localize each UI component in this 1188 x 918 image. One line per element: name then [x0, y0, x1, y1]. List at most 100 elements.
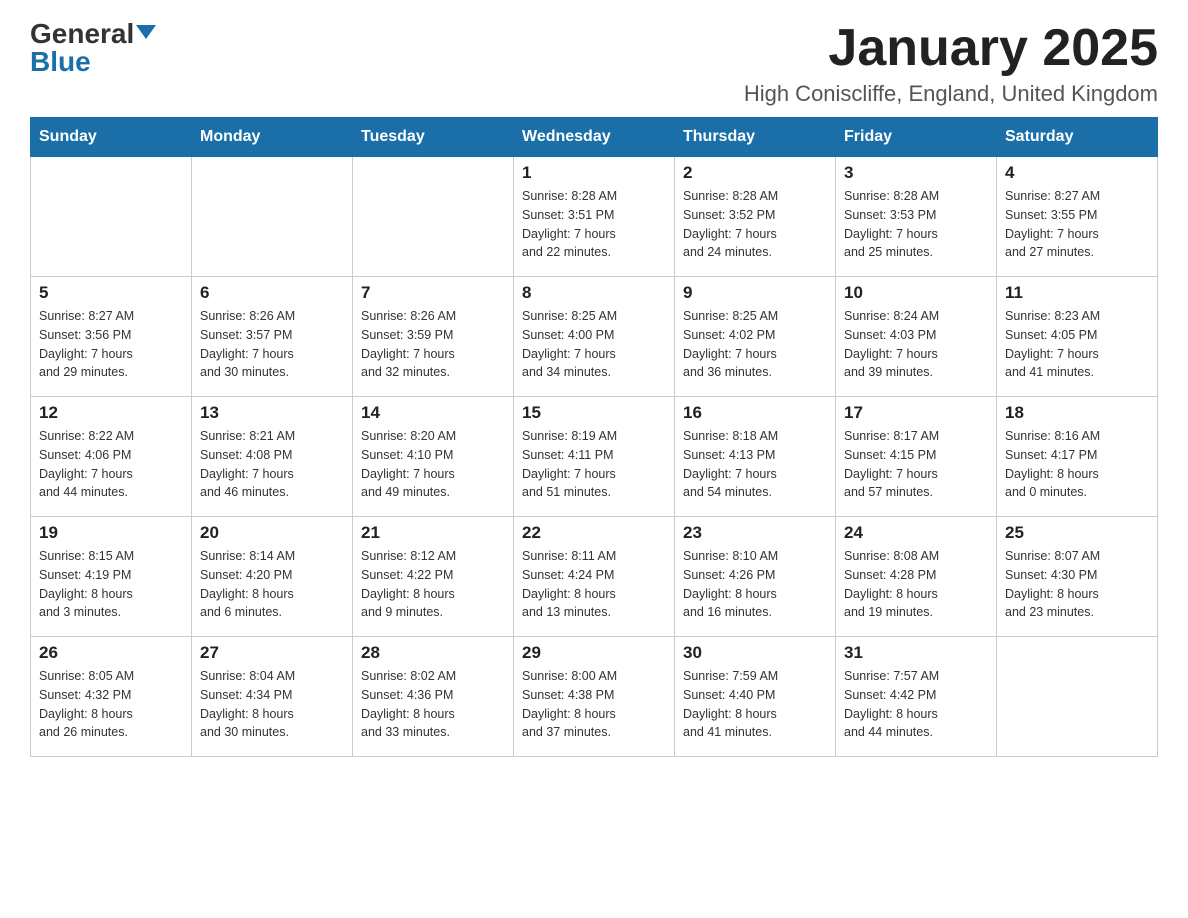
day-number: 25	[1005, 523, 1149, 543]
logo: General Blue	[30, 20, 156, 76]
day-number: 30	[683, 643, 827, 663]
day-number: 12	[39, 403, 183, 423]
day-info: Sunrise: 7:57 AM Sunset: 4:42 PM Dayligh…	[844, 667, 988, 742]
calendar-cell: 26 Sunrise: 8:05 AM Sunset: 4:32 PM Dayli…	[31, 637, 192, 757]
day-info: Sunrise: 8:10 AM Sunset: 4:26 PM Dayligh…	[683, 547, 827, 622]
day-number: 22	[522, 523, 666, 543]
day-info: Sunrise: 8:00 AM Sunset: 4:38 PM Dayligh…	[522, 667, 666, 742]
logo-triangle-icon	[136, 25, 156, 39]
calendar-cell: 18 Sunrise: 8:16 AM Sunset: 4:17 PM Dayli…	[997, 397, 1158, 517]
day-info: Sunrise: 8:25 AM Sunset: 4:02 PM Dayligh…	[683, 307, 827, 382]
calendar-cell: 15 Sunrise: 8:19 AM Sunset: 4:11 PM Dayli…	[514, 397, 675, 517]
day-info: Sunrise: 8:15 AM Sunset: 4:19 PM Dayligh…	[39, 547, 183, 622]
calendar-cell: 4 Sunrise: 8:27 AM Sunset: 3:55 PM Daylig…	[997, 157, 1158, 277]
day-info: Sunrise: 8:12 AM Sunset: 4:22 PM Dayligh…	[361, 547, 505, 622]
calendar-cell: 27 Sunrise: 8:04 AM Sunset: 4:34 PM Dayli…	[192, 637, 353, 757]
day-number: 23	[683, 523, 827, 543]
calendar-cell: 30Sunrise: 7:59 AM Sunset: 4:40 PM Dayli…	[675, 637, 836, 757]
calendar-cell: 7 Sunrise: 8:26 AM Sunset: 3:59 PM Daylig…	[353, 277, 514, 397]
weekday-header: Sunday	[31, 118, 192, 157]
day-info: Sunrise: 8:26 AM Sunset: 3:57 PM Dayligh…	[200, 307, 344, 382]
day-info: Sunrise: 8:22 AM Sunset: 4:06 PM Dayligh…	[39, 427, 183, 502]
weekday-header: Thursday	[675, 118, 836, 157]
day-number: 6	[200, 283, 344, 303]
day-number: 18	[1005, 403, 1149, 423]
calendar-cell: 28 Sunrise: 8:02 AM Sunset: 4:36 PM Dayli…	[353, 637, 514, 757]
calendar-cell: 12 Sunrise: 8:22 AM Sunset: 4:06 PM Dayli…	[31, 397, 192, 517]
day-info: Sunrise: 8:28 AM Sunset: 3:51 PM Dayligh…	[522, 187, 666, 262]
day-number: 26	[39, 643, 183, 663]
calendar-week-row: 1 Sunrise: 8:28 AM Sunset: 3:51 PM Daylig…	[31, 157, 1158, 277]
month-title: January 2025	[744, 20, 1158, 77]
day-number: 15	[522, 403, 666, 423]
calendar-week-row: 19 Sunrise: 8:15 AM Sunset: 4:19 PM Dayli…	[31, 517, 1158, 637]
day-number: 13	[200, 403, 344, 423]
day-number: 16	[683, 403, 827, 423]
day-number: 1	[522, 163, 666, 183]
day-number: 5	[39, 283, 183, 303]
day-number: 4	[1005, 163, 1149, 183]
calendar-week-row: 26 Sunrise: 8:05 AM Sunset: 4:32 PM Dayli…	[31, 637, 1158, 757]
calendar-cell: 1 Sunrise: 8:28 AM Sunset: 3:51 PM Daylig…	[514, 157, 675, 277]
day-number: 19	[39, 523, 183, 543]
page-header: General Blue January 2025 High Conisclif…	[30, 20, 1158, 107]
calendar-cell: 11Sunrise: 8:23 AM Sunset: 4:05 PM Dayli…	[997, 277, 1158, 397]
calendar-cell	[353, 157, 514, 277]
day-number: 3	[844, 163, 988, 183]
day-info: Sunrise: 8:21 AM Sunset: 4:08 PM Dayligh…	[200, 427, 344, 502]
day-number: 31	[844, 643, 988, 663]
calendar-cell: 10 Sunrise: 8:24 AM Sunset: 4:03 PM Dayli…	[836, 277, 997, 397]
calendar-cell: 6 Sunrise: 8:26 AM Sunset: 3:57 PM Daylig…	[192, 277, 353, 397]
day-info: Sunrise: 8:18 AM Sunset: 4:13 PM Dayligh…	[683, 427, 827, 502]
calendar-table: SundayMondayTuesdayWednesdayThursdayFrid…	[30, 117, 1158, 757]
day-info: Sunrise: 8:28 AM Sunset: 3:53 PM Dayligh…	[844, 187, 988, 262]
day-info: Sunrise: 8:28 AM Sunset: 3:52 PM Dayligh…	[683, 187, 827, 262]
calendar-cell: 31 Sunrise: 7:57 AM Sunset: 4:42 PM Dayli…	[836, 637, 997, 757]
day-number: 28	[361, 643, 505, 663]
day-number: 17	[844, 403, 988, 423]
calendar-cell: 24 Sunrise: 8:08 AM Sunset: 4:28 PM Dayli…	[836, 517, 997, 637]
calendar-cell: 16 Sunrise: 8:18 AM Sunset: 4:13 PM Dayli…	[675, 397, 836, 517]
day-number: 27	[200, 643, 344, 663]
calendar-cell: 19 Sunrise: 8:15 AM Sunset: 4:19 PM Dayli…	[31, 517, 192, 637]
day-info: Sunrise: 8:25 AM Sunset: 4:00 PM Dayligh…	[522, 307, 666, 382]
day-info: Sunrise: 8:05 AM Sunset: 4:32 PM Dayligh…	[39, 667, 183, 742]
calendar-cell: 20Sunrise: 8:14 AM Sunset: 4:20 PM Dayli…	[192, 517, 353, 637]
calendar-cell: 5Sunrise: 8:27 AM Sunset: 3:56 PM Daylig…	[31, 277, 192, 397]
day-info: Sunrise: 8:24 AM Sunset: 4:03 PM Dayligh…	[844, 307, 988, 382]
day-info: Sunrise: 8:27 AM Sunset: 3:55 PM Dayligh…	[1005, 187, 1149, 262]
logo-blue-text: Blue	[30, 48, 91, 76]
day-info: Sunrise: 8:04 AM Sunset: 4:34 PM Dayligh…	[200, 667, 344, 742]
day-number: 7	[361, 283, 505, 303]
calendar-cell: 17 Sunrise: 8:17 AM Sunset: 4:15 PM Dayli…	[836, 397, 997, 517]
calendar-cell: 23 Sunrise: 8:10 AM Sunset: 4:26 PM Dayli…	[675, 517, 836, 637]
day-info: Sunrise: 8:02 AM Sunset: 4:36 PM Dayligh…	[361, 667, 505, 742]
day-number: 11	[1005, 283, 1149, 303]
day-number: 2	[683, 163, 827, 183]
day-info: Sunrise: 8:26 AM Sunset: 3:59 PM Dayligh…	[361, 307, 505, 382]
day-info: Sunrise: 8:14 AM Sunset: 4:20 PM Dayligh…	[200, 547, 344, 622]
day-info: Sunrise: 8:19 AM Sunset: 4:11 PM Dayligh…	[522, 427, 666, 502]
calendar-cell	[192, 157, 353, 277]
day-number: 14	[361, 403, 505, 423]
weekday-header: Friday	[836, 118, 997, 157]
day-number: 24	[844, 523, 988, 543]
day-number: 8	[522, 283, 666, 303]
day-info: Sunrise: 8:16 AM Sunset: 4:17 PM Dayligh…	[1005, 427, 1149, 502]
location-title: High Coniscliffe, England, United Kingdo…	[744, 81, 1158, 107]
calendar-cell: 3 Sunrise: 8:28 AM Sunset: 3:53 PM Daylig…	[836, 157, 997, 277]
calendar-cell: 9 Sunrise: 8:25 AM Sunset: 4:02 PM Daylig…	[675, 277, 836, 397]
calendar-cell: 2 Sunrise: 8:28 AM Sunset: 3:52 PM Daylig…	[675, 157, 836, 277]
title-block: January 2025 High Coniscliffe, England, …	[744, 20, 1158, 107]
day-number: 10	[844, 283, 988, 303]
calendar-cell	[31, 157, 192, 277]
day-number: 9	[683, 283, 827, 303]
calendar-cell: 25Sunrise: 8:07 AM Sunset: 4:30 PM Dayli…	[997, 517, 1158, 637]
weekday-header: Wednesday	[514, 118, 675, 157]
calendar-cell	[997, 637, 1158, 757]
day-info: Sunrise: 8:11 AM Sunset: 4:24 PM Dayligh…	[522, 547, 666, 622]
day-info: Sunrise: 8:17 AM Sunset: 4:15 PM Dayligh…	[844, 427, 988, 502]
calendar-week-row: 12 Sunrise: 8:22 AM Sunset: 4:06 PM Dayli…	[31, 397, 1158, 517]
day-info: Sunrise: 8:20 AM Sunset: 4:10 PM Dayligh…	[361, 427, 505, 502]
day-info: Sunrise: 8:08 AM Sunset: 4:28 PM Dayligh…	[844, 547, 988, 622]
